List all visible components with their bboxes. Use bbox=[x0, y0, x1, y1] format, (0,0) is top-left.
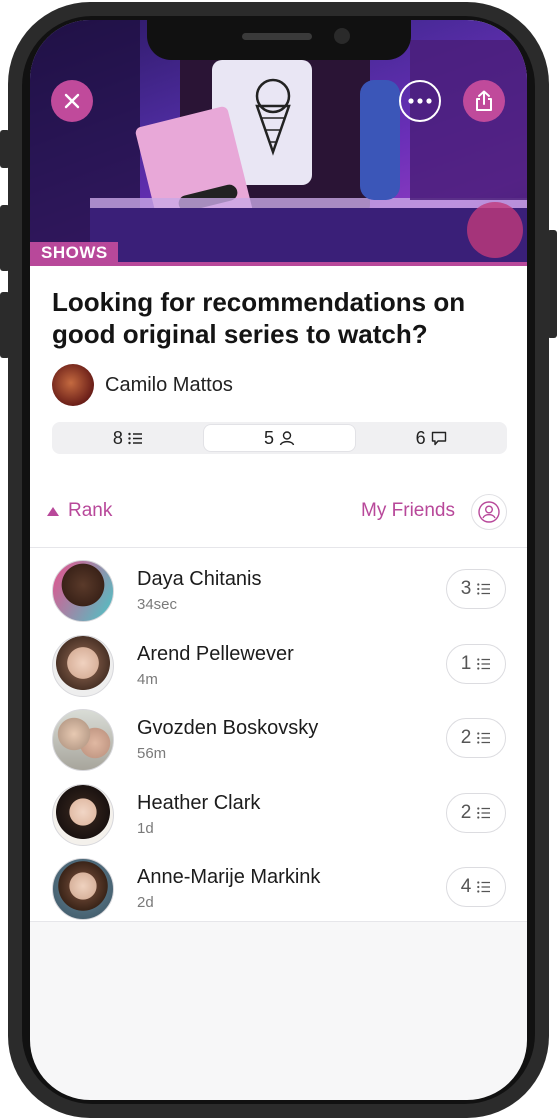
avatar[interactable] bbox=[52, 783, 114, 846]
list-count: 4 bbox=[460, 876, 472, 897]
respondent-name: Arend Pellewever bbox=[137, 642, 294, 665]
notch bbox=[147, 20, 411, 60]
respondent-name: Anne-Marije Markink bbox=[137, 866, 321, 888]
stats-segmented-control: 8 5 6 bbox=[52, 422, 507, 454]
list-item[interactable]: Arend Pellewever 4m 1 bbox=[30, 623, 527, 698]
list-icon bbox=[477, 881, 491, 893]
close-button[interactable] bbox=[51, 80, 93, 122]
side-button bbox=[0, 292, 10, 358]
list-icon bbox=[477, 732, 491, 744]
list-item[interactable]: Anne-Marije Markink 2d 4 bbox=[30, 846, 527, 921]
list-item[interactable]: Heather Clark 1d 2 bbox=[30, 772, 527, 847]
speaker bbox=[242, 33, 312, 40]
tab-comments[interactable]: 6 bbox=[355, 422, 507, 454]
screen: SHOWS Looking for recommendations on goo… bbox=[30, 20, 527, 1100]
avatar[interactable] bbox=[52, 364, 94, 406]
avatar[interactable] bbox=[52, 858, 114, 920]
author-name[interactable]: Camilo Mattos bbox=[105, 374, 233, 397]
list-count: 2 bbox=[460, 801, 472, 823]
sort-label: Rank bbox=[68, 500, 113, 521]
respondent-time: 34sec bbox=[137, 596, 178, 613]
respondent-name: Gvozden Boskovsky bbox=[137, 717, 319, 739]
list-item[interactable]: Gvozden Boskovsky 56m 2 bbox=[30, 697, 527, 772]
list-controls: Rank My Friends bbox=[47, 494, 507, 534]
share-icon bbox=[476, 90, 492, 111]
person-icon bbox=[279, 430, 295, 445]
side-button bbox=[547, 230, 557, 338]
scope-my-friends-button[interactable]: My Friends bbox=[361, 500, 455, 522]
respondent-name: Heather Clark bbox=[137, 791, 261, 814]
list-count: 2 bbox=[460, 727, 472, 748]
list-icon bbox=[477, 806, 491, 819]
category-tag[interactable]: SHOWS bbox=[30, 242, 118, 264]
respondent-time: 4m bbox=[137, 670, 158, 688]
list-icon bbox=[477, 583, 491, 595]
side-button bbox=[0, 130, 10, 168]
respondent-list: Daya Chitanis 34sec 3 Arend Pellewever 4… bbox=[30, 547, 527, 922]
post-header: Looking for recommendations on good orig… bbox=[30, 266, 527, 547]
author[interactable]: Camilo Mattos bbox=[52, 364, 233, 406]
list-item[interactable]: Daya Chitanis 34sec 3 bbox=[30, 548, 527, 623]
friends-filter-button[interactable] bbox=[471, 494, 507, 530]
side-button bbox=[0, 205, 10, 271]
list-icon bbox=[128, 432, 142, 444]
list-count-button[interactable]: 2 bbox=[446, 718, 506, 758]
share-button[interactable] bbox=[463, 80, 505, 122]
respondent-time: 1d bbox=[137, 819, 154, 837]
list-count: 3 bbox=[460, 578, 472, 599]
post-title: Looking for recommendations on good orig… bbox=[52, 287, 466, 349]
comment-icon bbox=[431, 431, 446, 445]
sort-rank-button[interactable]: Rank bbox=[47, 500, 112, 522]
people-count: 5 bbox=[264, 427, 275, 448]
avatar[interactable] bbox=[52, 709, 114, 771]
more-icon bbox=[408, 98, 432, 104]
list-count-button[interactable]: 2 bbox=[446, 792, 506, 833]
avatar[interactable] bbox=[52, 560, 114, 622]
lists-count: 8 bbox=[112, 427, 123, 448]
avatar[interactable] bbox=[52, 634, 114, 697]
list-count-button[interactable]: 3 bbox=[446, 569, 506, 609]
list-count: 1 bbox=[460, 652, 472, 674]
tab-lists[interactable]: 8 bbox=[52, 422, 204, 454]
respondent-time: 2d bbox=[137, 894, 154, 911]
comments-count: 6 bbox=[415, 427, 426, 448]
list-count-button[interactable]: 4 bbox=[446, 867, 506, 907]
list-icon bbox=[477, 657, 491, 670]
respondent-time: 56m bbox=[137, 745, 167, 762]
front-camera bbox=[334, 28, 350, 44]
user-circle-icon bbox=[478, 501, 500, 523]
triangle-up-icon bbox=[47, 506, 59, 516]
respondent-name: Daya Chitanis bbox=[137, 568, 262, 590]
more-button[interactable] bbox=[399, 80, 441, 122]
close-icon bbox=[64, 93, 80, 109]
list-count-button[interactable]: 1 bbox=[446, 643, 506, 684]
tab-people[interactable]: 5 bbox=[203, 425, 356, 451]
